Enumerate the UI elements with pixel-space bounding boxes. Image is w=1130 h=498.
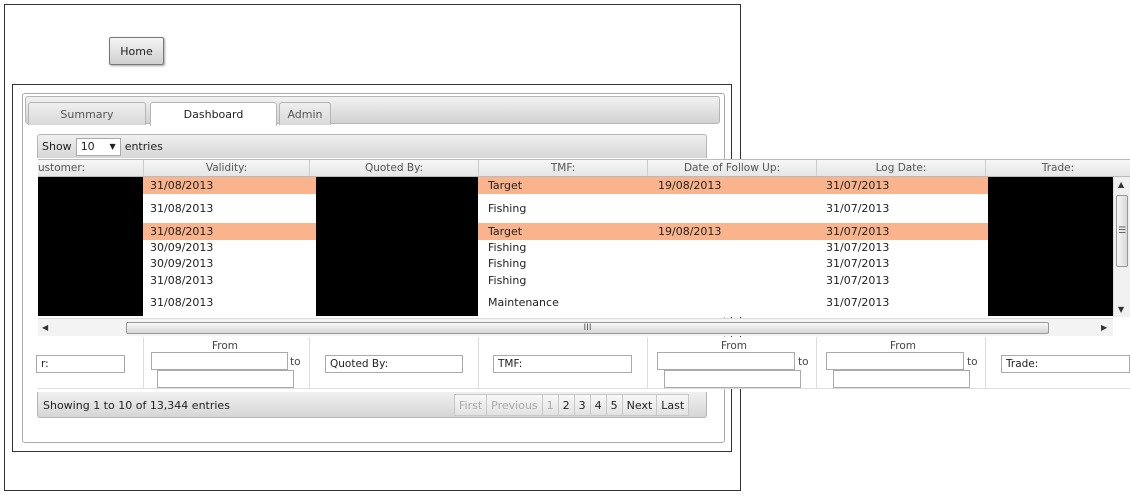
first-page-button[interactable]: First [454, 394, 488, 416]
filter-quoted-by: Quoted By: [310, 337, 479, 389]
redacted-quoted-by-column [316, 177, 478, 316]
tmf-cell: Fishing [488, 202, 527, 215]
tmf-filter-input[interactable]: TMF: [493, 355, 632, 373]
previous-page-button[interactable]: Previous [486, 394, 543, 416]
log-date-from-label: From [890, 340, 917, 352]
filter-follow-up: From to [648, 337, 817, 389]
table-row[interactable]: 31/08/2013 Target 19/08/2013 31/07/2013 [38, 177, 1113, 194]
validity-to-label: to [290, 356, 301, 368]
table-row[interactable]: 30/09/2013 Fishing 31/07/2013 [38, 240, 1113, 256]
table-header: ustomer: Validity: Quoted By: TMF: Date … [38, 159, 1130, 177]
tmf-cell: Fishing [488, 257, 527, 270]
tmf-cell: Target [488, 179, 523, 192]
follow-up-to-input[interactable] [664, 370, 801, 388]
page-5-button[interactable]: 5 [605, 394, 623, 416]
follow-up-from-input[interactable] [657, 352, 795, 370]
log-date-cell: 31/07/2013 [826, 241, 890, 254]
filter-validity: From to [144, 337, 310, 389]
validity-cell: 31/08/2013 [150, 202, 214, 215]
page-3-button[interactable]: 3 [573, 394, 591, 416]
log-date-cell: 31/07/2013 [826, 202, 890, 215]
tab-admin[interactable]: Admin [279, 102, 331, 125]
horizontal-scroll-thumb[interactable]: III [126, 322, 1049, 334]
scroll-right-icon[interactable]: ▶ [1101, 323, 1107, 332]
pagination: First Previous 1 2 3 4 5 Next Last [454, 394, 690, 416]
table-row[interactable]: 31/08/2013 Fishing 31/07/2013 [38, 272, 1113, 289]
scroll-up-icon[interactable]: ▲ [1118, 180, 1124, 189]
show-label: Show [42, 140, 72, 153]
column-header-follow-up[interactable]: Date of Follow Up: [648, 160, 817, 176]
redacted-customer-column [38, 177, 143, 316]
column-header-customer[interactable]: ustomer: [38, 160, 144, 176]
log-date-cell: 31/07/2013 [826, 296, 890, 309]
tab-strip: Summary Dashboard Admin [25, 96, 720, 126]
log-date-to-label: to [967, 356, 978, 368]
last-page-button[interactable]: Last [656, 394, 690, 416]
page-1-button[interactable]: 1 [541, 394, 559, 416]
column-header-trade[interactable]: Trade: [986, 160, 1130, 176]
column-header-validity[interactable]: Validity: [144, 160, 310, 176]
validity-cell: 31/08/2013 [150, 225, 214, 238]
filter-log-date: From to [817, 337, 986, 389]
vertical-scroll-thumb[interactable]: ☰ [1116, 195, 1128, 267]
entries-label: entries [124, 140, 163, 153]
tmf-cell: Maintenance [488, 296, 559, 309]
trade-filter-input[interactable]: Trade: [1001, 355, 1130, 373]
tab-dashboard[interactable]: Dashboard [150, 102, 277, 126]
follow-up-from-label: From [721, 340, 748, 352]
tmf-cell: Target [488, 225, 523, 238]
table-row[interactable]: 31/08/2013 Target 19/08/2013 31/07/2013 [38, 223, 1113, 240]
column-header-quoted-by[interactable]: Quoted By: [310, 160, 479, 176]
customer-filter-input[interactable]: r: [36, 355, 125, 373]
validity-cell: 31/08/2013 [150, 179, 214, 192]
filter-customer: r: [36, 337, 144, 389]
validity-cell: 30/09/2013 [150, 241, 214, 254]
log-date-from-input[interactable] [826, 352, 964, 370]
log-date-cell: 31/07/2013 [826, 274, 890, 287]
filter-trade: Trade: [986, 337, 1130, 389]
column-filters: r: From to Quoted By: TMF: From to From … [36, 337, 1130, 389]
validity-to-input[interactable] [157, 370, 294, 388]
page-4-button[interactable]: 4 [589, 394, 607, 416]
validity-cell: 31/08/2013 [150, 296, 214, 309]
tab-summary[interactable]: Summary [28, 102, 146, 125]
vertical-scrollbar[interactable]: ▲ ☰ ▼ [1113, 177, 1130, 317]
validity-from-label: From [212, 340, 239, 352]
chevron-down-icon: ▼ [109, 142, 116, 151]
length-menu: Show 10 ▼ entries [37, 134, 707, 158]
validity-cell: 31/08/2013 [150, 274, 214, 287]
table-footer: Showing 1 to 10 of 13,344 entries First … [37, 392, 707, 418]
grip-icon: III [583, 323, 592, 333]
horizontal-scrollbar[interactable]: ◀ III ▶ [38, 318, 1113, 336]
table-body: 31/08/2013 Target 19/08/2013 31/07/2013 … [38, 177, 1113, 317]
tmf-cell: Fishing [488, 241, 527, 254]
redacted-trade-column [988, 177, 1113, 316]
grip-icon: ☰ [1117, 226, 1127, 236]
scroll-down-icon[interactable]: ▼ [1118, 305, 1124, 314]
validity-cell: 30/09/2013 [150, 257, 214, 270]
next-page-button[interactable]: Next [621, 394, 658, 416]
table-row[interactable]: 31/08/2013 Fishing 31/07/2013 [38, 194, 1113, 223]
filter-tmf: TMF: [479, 337, 648, 389]
table-row[interactable]: 30/09/2013 Fishing 31/07/2013 [38, 256, 1113, 272]
log-date-to-input[interactable] [833, 370, 970, 388]
column-header-tmf[interactable]: TMF: [479, 160, 648, 176]
quoted-by-filter-input[interactable]: Quoted By: [325, 355, 463, 373]
log-date-cell: 31/07/2013 [826, 257, 890, 270]
validity-from-input[interactable] [151, 352, 288, 370]
table-info: Showing 1 to 10 of 13,344 entries [43, 399, 230, 412]
log-date-cell: 31/07/2013 [826, 225, 890, 238]
entries-select-value: 10 [80, 140, 95, 153]
follow-up-cell: 19/08/2013 [658, 225, 722, 238]
tmf-cell: Fishing [488, 274, 527, 287]
column-header-log-date[interactable]: Log Date: [817, 160, 986, 176]
follow-up-cell: 19/08/2013 [658, 179, 722, 192]
page-2-button[interactable]: 2 [557, 394, 575, 416]
table-row[interactable]: 31/08/2013 Maintenance 31/07/2013 [38, 289, 1113, 317]
follow-up-to-label: to [798, 356, 809, 368]
scroll-left-icon[interactable]: ◀ [42, 323, 48, 332]
entries-select[interactable]: 10 ▼ [75, 137, 121, 156]
home-button[interactable]: Home [109, 37, 164, 65]
log-date-cell: 31/07/2013 [826, 179, 890, 192]
